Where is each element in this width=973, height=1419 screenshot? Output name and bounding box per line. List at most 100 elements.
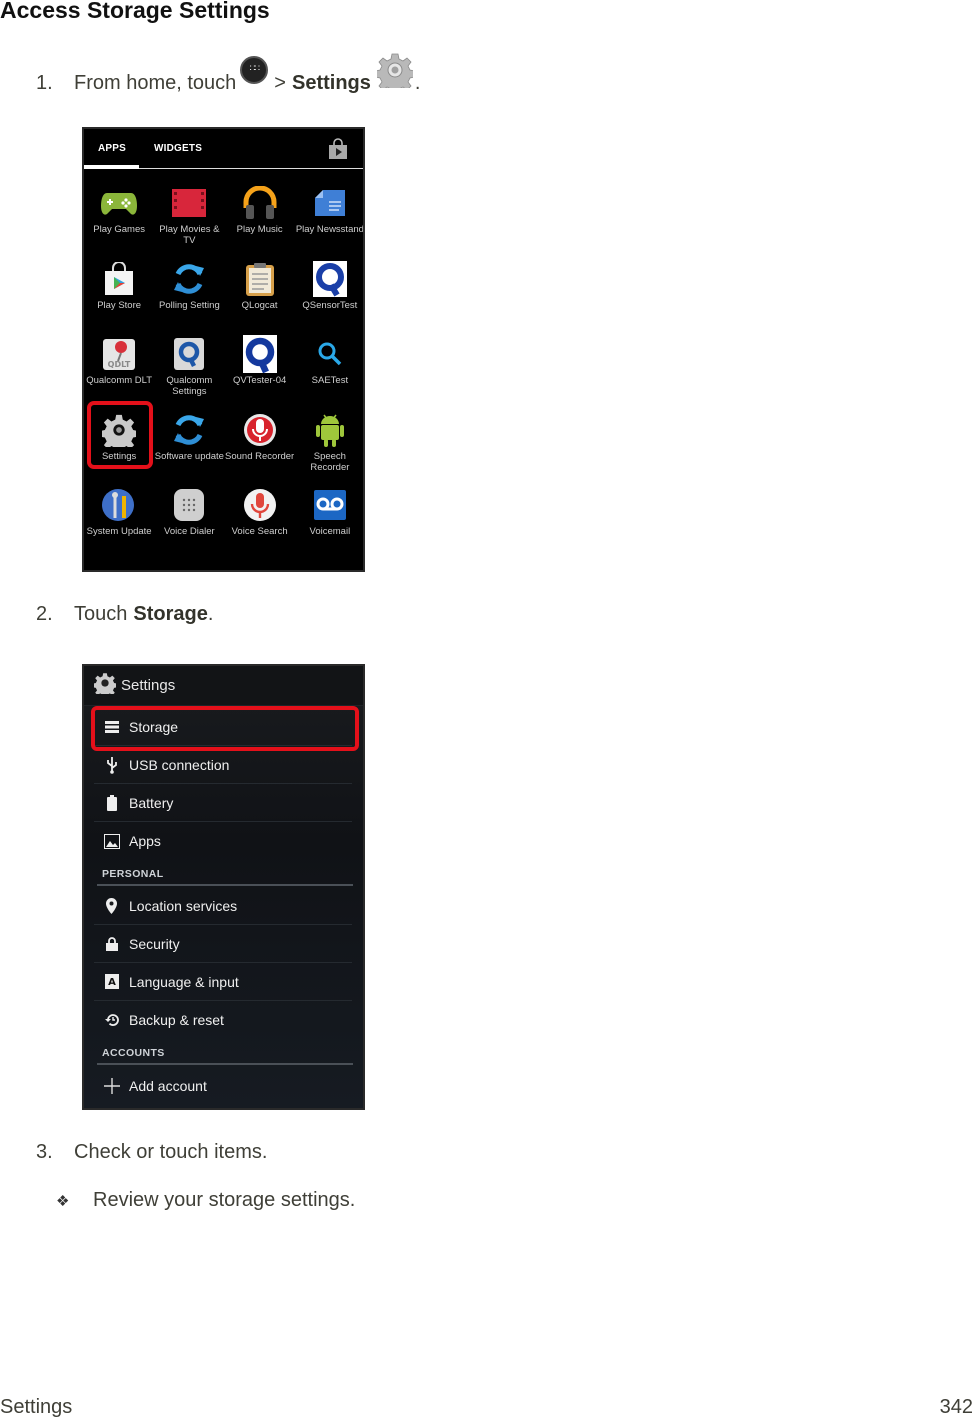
apps-icon: [240, 56, 269, 84]
separator: >: [274, 71, 286, 94]
system-update-icon: [101, 487, 137, 523]
app-voicemail[interactable]: Voicemail: [295, 487, 363, 563]
settings-highlight-box: [87, 401, 153, 469]
drawer-tabs: APPS WIDGETS: [84, 129, 363, 169]
lock-icon: [94, 936, 129, 951]
settings-item-label: Security: [129, 935, 180, 952]
app-label: Voice Dialer: [164, 526, 215, 537]
settings-item-backup[interactable]: Backup & reset: [94, 1001, 352, 1039]
usb-icon: [94, 756, 129, 774]
settings-item-label: Battery: [129, 794, 174, 811]
software-update-icon: [171, 412, 207, 448]
tab-widgets[interactable]: WIDGETS: [154, 143, 202, 154]
step-text: Touch: [74, 603, 128, 625]
step-1: 1. From home, touch > Settings .: [36, 53, 420, 104]
app-voice-dialer[interactable]: Voice Dialer: [154, 487, 224, 563]
play-store-icon: [101, 261, 137, 297]
gear-icon: [374, 52, 416, 95]
battery-icon: [94, 794, 129, 811]
settings-item-label: Language & input: [129, 973, 239, 990]
storage-highlight-box: [91, 706, 359, 751]
play-newsstand-icon: [312, 185, 348, 221]
play-store-bag-icon[interactable]: [327, 138, 349, 160]
section-divider: [97, 1063, 353, 1065]
language-icon: A: [94, 974, 129, 989]
play-movies-icon: [171, 185, 207, 221]
settings-item-language[interactable]: A Language & input: [94, 963, 352, 1001]
settings-item-label: Backup & reset: [129, 1012, 224, 1028]
settings-item-label: Apps: [129, 833, 161, 849]
sound-recorder-icon: [242, 412, 278, 448]
app-saetest[interactable]: SAETest: [295, 336, 363, 412]
svg-text:QDLT: QDLT: [108, 360, 131, 369]
step-number: 2.: [36, 603, 53, 625]
settings-item-label: Add account: [129, 1078, 207, 1094]
app-grid: Play Games Play Movies & TV Play Music P…: [84, 169, 363, 563]
tab-apps[interactable]: APPS: [98, 143, 126, 154]
settings-item-security[interactable]: Security: [94, 925, 352, 963]
polling-setting-icon: [171, 261, 207, 297]
app-qsensortest[interactable]: QSensorTest: [295, 260, 363, 337]
step-3: 3. Check or touch items.: [36, 1141, 267, 1164]
settings-header: Settings: [84, 666, 363, 706]
step-number: 3.: [36, 1141, 53, 1163]
diamond-bullet-icon: ❖: [56, 1192, 70, 1210]
section-personal: PERSONAL: [102, 868, 164, 880]
settings-item-usb[interactable]: USB connection: [94, 746, 352, 784]
step-2: 2. Touch Storage .: [36, 603, 213, 626]
settings-item-apps[interactable]: Apps: [94, 822, 352, 860]
app-drawer-screenshot: APPS WIDGETS Play Games Play Movies & TV…: [82, 127, 365, 572]
app-label: Play Store: [97, 299, 142, 311]
app-label: Play Music: [236, 224, 283, 235]
app-qlogcat[interactable]: QLogcat: [225, 261, 295, 337]
app-sound-recorder[interactable]: Sound Recorder: [225, 412, 295, 488]
footer-section: Settings: [0, 1396, 73, 1418]
step-number: 1.: [36, 71, 53, 94]
app-software-update[interactable]: Software update: [154, 412, 224, 488]
qlogcat-icon: [242, 261, 278, 297]
app-label: Qualcomm Settings: [166, 375, 213, 397]
settings-item-location[interactable]: Location services: [94, 887, 352, 925]
app-play-movies[interactable]: Play Movies & TV: [154, 185, 224, 261]
app-play-store[interactable]: Play Store: [84, 261, 154, 337]
app-label: Play Newsstand: [295, 224, 364, 235]
qsensortest-icon: [312, 260, 348, 297]
page-title: Access Storage Settings: [0, 0, 270, 23]
qualcomm-settings-icon: [171, 336, 207, 372]
app-qualcomm-settings[interactable]: Qualcomm Settings: [154, 336, 224, 412]
svg-text:A: A: [108, 977, 116, 988]
section-divider: [97, 884, 353, 886]
app-play-games[interactable]: Play Games: [84, 185, 154, 261]
app-play-newsstand[interactable]: Play Newsstand: [295, 185, 364, 261]
app-label: Voice Search: [231, 526, 288, 537]
voice-search-icon: [242, 487, 278, 523]
app-label: Polling Setting: [159, 299, 220, 311]
settings-item-label: Location services: [129, 897, 238, 914]
app-system-update[interactable]: System Update: [84, 487, 154, 563]
app-label: Speech Recorder: [310, 450, 350, 473]
app-label: Voicemail: [309, 526, 351, 537]
app-qvtester[interactable]: QVTester-04: [225, 335, 295, 412]
app-play-music[interactable]: Play Music: [225, 185, 295, 261]
app-label: Sound Recorder: [225, 450, 295, 462]
app-voice-search[interactable]: Voice Search: [225, 487, 295, 563]
sub-bullet-text: Review your storage settings.: [93, 1189, 356, 1211]
app-label: QSensorTest: [302, 299, 358, 311]
saetest-icon: [312, 336, 348, 372]
app-speech-recorder[interactable]: Speech Recorder: [295, 412, 363, 488]
apps-image-icon: [94, 833, 129, 849]
step-text: From home, touch: [74, 71, 237, 94]
settings-item-add-account[interactable]: Add account: [94, 1067, 352, 1105]
footer-page-number: 342: [939, 1396, 973, 1418]
app-polling-setting[interactable]: Polling Setting: [154, 261, 224, 337]
app-label: Play Movies & TV: [159, 224, 220, 246]
sub-bullet: ❖ Review your storage settings.: [56, 1189, 355, 1212]
settings-item-battery[interactable]: Battery: [94, 784, 352, 822]
app-label: SAETest: [311, 375, 349, 386]
app-label: QLogcat: [241, 299, 278, 311]
settings-screenshot: Settings Storage USB connection Battery …: [82, 664, 365, 1110]
voice-dialer-icon: [171, 487, 207, 523]
settings-item-label: USB connection: [129, 756, 230, 773]
settings-header-title: Settings: [121, 677, 176, 694]
backup-reset-icon: [94, 1013, 129, 1027]
